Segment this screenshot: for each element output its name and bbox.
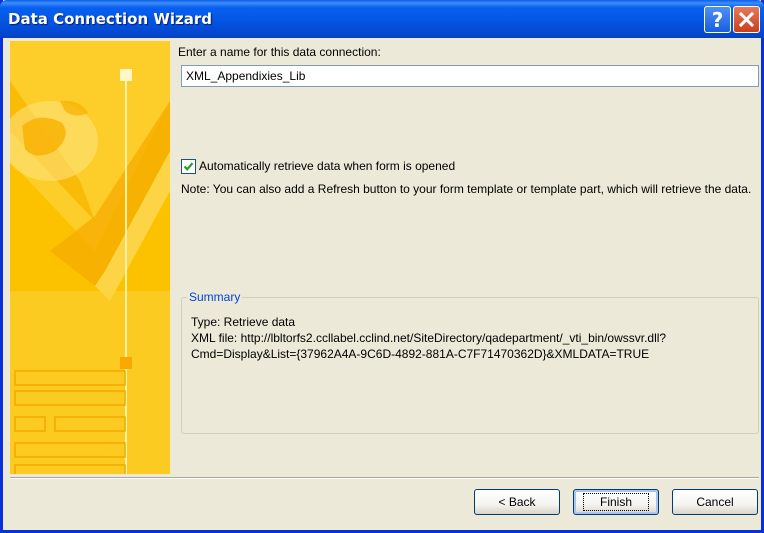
summary-type-line: Type: Retrieve data [191,315,296,329]
help-button[interactable]: ? [704,6,731,33]
window-title: Data Connection Wizard [8,10,213,28]
finish-button[interactable]: Finish [573,489,659,515]
wizard-side-art [10,41,170,474]
summary-xml-line: XML file: http://lbltorfs2.ccllabel.ccli… [191,331,667,345]
summary-cmd-line: Cmd=Display&List={37962A4A-9C6D-4892-881… [191,347,650,361]
wizard-artwork [10,41,170,474]
close-button[interactable] [733,6,760,33]
connection-name-input[interactable] [181,65,759,87]
name-label: Enter a name for this data connection: [178,45,381,59]
checkmark-icon [183,162,194,171]
auto-retrieve-label[interactable]: Automatically retrieve data when form is… [199,159,455,173]
close-icon [739,12,754,27]
summary-legend: Summary [187,290,243,304]
footer-separator [10,477,759,479]
help-icon: ? [711,7,724,32]
summary-body: Type: Retrieve data XML file: http://lbl… [191,314,751,362]
back-button[interactable]: < Back [474,489,560,515]
finish-button-label: Finish [582,493,649,511]
wizard-window: Data Connection Wizard ? Enter a name fo… [0,0,764,533]
refresh-note: Note: You can also add a Refresh button … [181,182,752,196]
title-bar[interactable]: Data Connection Wizard ? [0,0,764,38]
cancel-button[interactable]: Cancel [672,489,758,515]
auto-retrieve-checkbox[interactable] [181,159,196,174]
